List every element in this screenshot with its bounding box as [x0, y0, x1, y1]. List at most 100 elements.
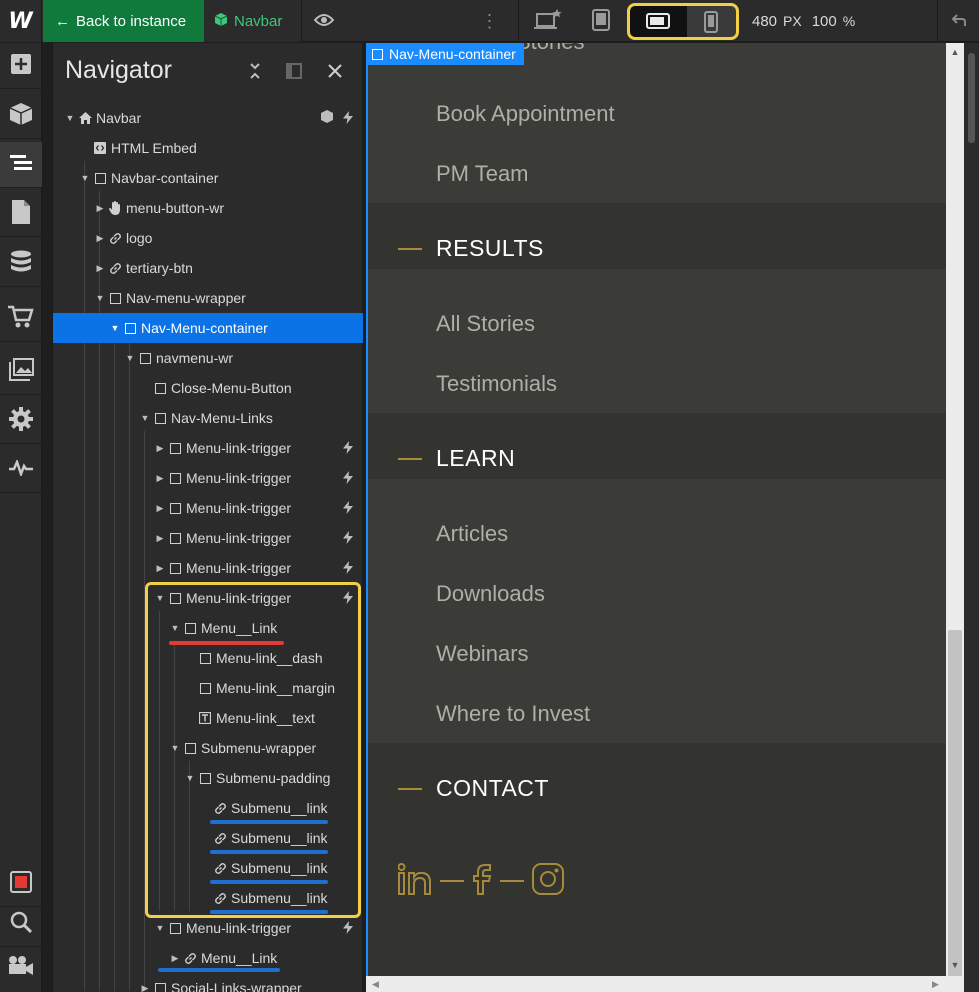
interaction-bolt-icon: [343, 501, 353, 517]
caret-right-icon[interactable]: ▶: [155, 533, 165, 544]
caret-down-icon[interactable]: ▼: [80, 173, 90, 183]
preview-button[interactable]: [303, 0, 345, 42]
right-panel-strip: [964, 43, 979, 992]
search-button[interactable]: [0, 901, 42, 947]
cms-panel-button[interactable]: [0, 241, 42, 287]
caret-right-icon[interactable]: ▶: [170, 953, 180, 964]
navigator-tree-item[interactable]: ▼ Nav-Menu-Links: [53, 403, 363, 433]
selected-element-label[interactable]: Nav-Menu-container: [366, 43, 524, 65]
caret-down-icon[interactable]: ▼: [125, 353, 135, 363]
gear-icon: [9, 407, 33, 434]
arrow-left-icon: ←: [55, 12, 70, 30]
ecommerce-panel-button[interactable]: [0, 296, 42, 342]
add-panel-button[interactable]: [0, 43, 42, 89]
selected-element-name: Nav-Menu-container: [389, 46, 516, 62]
caret-down-icon[interactable]: ▼: [95, 293, 105, 303]
caret-right-icon[interactable]: ▶: [95, 203, 105, 214]
webflow-logo[interactable]: W: [0, 0, 42, 42]
tree-item-label: Close-Menu-Button: [171, 380, 292, 396]
link-icon: [107, 231, 123, 245]
scroll-right-arrow[interactable]: ▶: [932, 979, 939, 990]
scroll-down-arrow[interactable]: ▼: [946, 956, 964, 974]
scroll-up-arrow[interactable]: ▲: [946, 43, 964, 61]
navigator-tree-item[interactable]: ▶ Menu-link-trigger: [53, 433, 363, 463]
close-panel-button[interactable]: [322, 59, 348, 85]
navigator-tree-item[interactable]: Close-Menu-Button: [53, 373, 363, 403]
activity-panel-button[interactable]: [0, 447, 42, 493]
navigator-tree-item[interactable]: ▶ logo: [53, 223, 363, 253]
navigator-tree-item[interactable]: ▶ Menu-link-trigger: [53, 463, 363, 493]
navigator-icon: [10, 155, 32, 174]
video-tutorials-button[interactable]: [0, 943, 42, 989]
annotation-underline-blue: [210, 880, 328, 884]
annotation-underline-blue: [210, 910, 328, 914]
tree-item-label: Menu-link-trigger: [186, 920, 292, 936]
tree-item-label: navmenu-wr: [156, 350, 234, 366]
breakpoint-tablet[interactable]: [579, 0, 623, 42]
caret-right-icon[interactable]: ▶: [155, 503, 165, 514]
width-unit: PX: [783, 13, 802, 29]
collapse-all-button[interactable]: [242, 59, 268, 85]
scroll-left-arrow[interactable]: ◀: [372, 979, 379, 990]
navigator-tree-item[interactable]: ▶ Social-Links-wrapper: [53, 973, 363, 992]
assets-panel-button[interactable]: [0, 349, 42, 395]
caret-right-icon[interactable]: ▶: [95, 233, 105, 244]
caret-down-icon[interactable]: ▼: [155, 923, 165, 933]
div-block-icon: [92, 171, 108, 185]
pages-panel-button[interactable]: [0, 191, 42, 237]
right-scroll-thumb[interactable]: [968, 53, 975, 143]
tree-item-label: Menu-link-trigger: [186, 440, 292, 456]
annotation-underline-blue: [210, 820, 328, 824]
navigator-panel-button[interactable]: [0, 142, 42, 188]
page-icon: [12, 200, 30, 227]
caret-down-icon[interactable]: ▼: [140, 413, 150, 423]
navigator-tree-item[interactable]: HTML Embed: [53, 133, 363, 163]
navigator-tree-item[interactable]: ▼ Nav-Menu-container: [53, 313, 363, 343]
caret-down-icon[interactable]: ▼: [65, 113, 75, 123]
caret-right-icon[interactable]: ▶: [155, 473, 165, 484]
caret-down-icon[interactable]: ▼: [110, 323, 120, 333]
navigator-tree-item[interactable]: ▼ Nav-menu-wrapper: [53, 283, 363, 313]
div-block-icon: [372, 48, 383, 60]
caret-right-icon[interactable]: ▶: [95, 263, 105, 274]
navigator-tree-item[interactable]: ▼ navmenu-wr: [53, 343, 363, 373]
tree-item-label: menu-button-wr: [126, 200, 225, 216]
video-icon: [8, 955, 34, 978]
dock-panel-button[interactable]: [281, 59, 307, 85]
navigator-title: Navigator: [65, 56, 172, 84]
annotation-highlight-box: [145, 582, 361, 918]
navigator-tree-item[interactable]: ▶ Menu-link-trigger: [53, 523, 363, 553]
more-options-button[interactable]: ⋮: [470, 0, 510, 42]
navigator-tree-item[interactable]: ▶ Menu-link-trigger: [53, 553, 363, 583]
navigator-tree-item[interactable]: ▶ tertiary-btn: [53, 253, 363, 283]
div-block-icon: [167, 921, 183, 935]
symbol-name: Navbar: [234, 12, 283, 30]
component-icon: [214, 12, 228, 30]
breakpoint-desktop-star[interactable]: [525, 0, 569, 42]
tablet-icon: [592, 8, 610, 34]
canvas-vertical-scrollbar[interactable]: ▲ ▼: [946, 43, 964, 992]
div-block-icon: [122, 321, 138, 335]
navigator-tree-item[interactable]: ▼ Navbar: [53, 103, 363, 133]
canvas-horizontal-scrollbar[interactable]: ◀ ▶: [366, 976, 964, 992]
caret-right-icon[interactable]: ▶: [155, 443, 165, 454]
navigator-tree-item[interactable]: ▼ Navbar-container: [53, 163, 363, 193]
interaction-bolt-icon: [343, 561, 353, 577]
symbols-panel-button[interactable]: [0, 93, 42, 139]
home-icon: [77, 111, 93, 125]
symbol-chip[interactable]: Navbar: [205, 0, 302, 42]
navigator-tree-item[interactable]: ▶ menu-button-wr: [53, 193, 363, 223]
caret-right-icon[interactable]: ▶: [155, 563, 165, 574]
annotation-underline-blue: [210, 850, 328, 854]
navigator-tree-item[interactable]: ▶ Menu-link-trigger: [53, 493, 363, 523]
back-to-instance-button[interactable]: ← Back to instance: [43, 0, 204, 42]
caret-right-icon[interactable]: ▶: [140, 983, 150, 992]
navigator-header: Navigator: [53, 43, 364, 99]
laptop-star-icon: [532, 8, 562, 34]
undo-button[interactable]: [937, 0, 979, 42]
scrollbar-thumb[interactable]: [948, 630, 962, 992]
settings-panel-button[interactable]: [0, 398, 42, 444]
interaction-bolt-icon: [343, 111, 353, 127]
tree-item-label: Nav-Menu-Links: [171, 410, 273, 426]
div-block-icon: [167, 501, 183, 515]
